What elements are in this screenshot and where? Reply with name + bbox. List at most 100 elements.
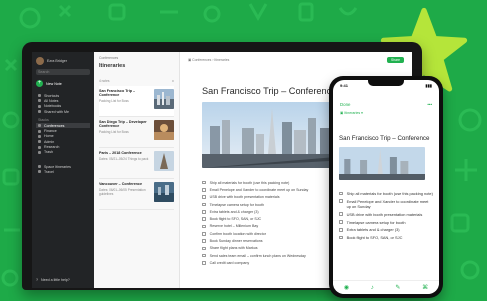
- attach-icon[interactable]: ⌘: [422, 284, 428, 291]
- checkbox[interactable]: [202, 202, 206, 207]
- list-item[interactable]: San Diego Trip – Developer Conference Pa…: [99, 117, 174, 148]
- checkbox[interactable]: [202, 180, 206, 185]
- sidebar-item-label: Home: [44, 134, 54, 139]
- checkbox[interactable]: [339, 227, 343, 232]
- notebook-icon: [38, 140, 41, 144]
- checkbox[interactable]: [202, 261, 206, 265]
- notebook-title: Itineraries: [99, 63, 126, 69]
- help-link[interactable]: ? Need a little help?: [36, 278, 70, 282]
- pen-icon[interactable]: ✎: [395, 284, 400, 291]
- checklist-text: Email Penelope and Xander to coordinate …: [209, 187, 309, 192]
- notebook-icon: [38, 165, 41, 169]
- checkbox[interactable]: [339, 212, 343, 216]
- checklist-item[interactable]: USB drive with booth presentation materi…: [339, 212, 433, 217]
- note-icon: [38, 99, 41, 103]
- notebook-icon: [38, 134, 41, 138]
- checkbox[interactable]: [202, 188, 206, 192]
- breadcrumb-stack: Conferences: [192, 58, 212, 62]
- note-title: Paris – 2018 Conference: [99, 151, 142, 155]
- mobile-checklist: Ship all materials for booth (use this p…: [333, 185, 439, 240]
- search-placeholder: Search: [38, 70, 50, 74]
- checkbox[interactable]: [339, 235, 343, 240]
- trash-icon: [38, 150, 41, 154]
- breadcrumb-notebook: Itineraries: [214, 58, 230, 62]
- account-switcher[interactable]: Ezra Bridger: [36, 57, 90, 65]
- mobile-note-title[interactable]: San Francisco Trip – Conference: [333, 115, 439, 142]
- people-icon: [38, 110, 41, 114]
- checklist-text: Book flight to SFO, SAN, or SJC: [346, 235, 403, 241]
- note-snippet: Packing List for Boss: [99, 98, 129, 103]
- note-title: San Francisco Trip – Conference: [99, 89, 136, 97]
- checklist-text: Book flight to SFO, SAN, or SJC: [209, 217, 262, 222]
- battery-icon: ▮▮▮: [425, 83, 432, 88]
- note-count-bar: 4 notes ≡: [99, 79, 174, 83]
- checklist-text: Call credit card company: [209, 260, 250, 265]
- checkbox[interactable]: [202, 224, 206, 229]
- note-count: 4 notes: [99, 79, 110, 83]
- share-button[interactable]: Share: [386, 57, 404, 63]
- notebook-icon: [38, 129, 41, 133]
- help-label: Need a little help?: [41, 278, 70, 282]
- list-item[interactable]: San Francisco Trip – Conference Packing …: [99, 86, 174, 117]
- mic-icon[interactable]: ♪: [371, 285, 374, 291]
- checkbox[interactable]: [339, 220, 343, 224]
- sidebar-item-label: All Notes: [44, 98, 59, 103]
- more-icon[interactable]: •••: [427, 102, 432, 107]
- list-item[interactable]: Vancouver – Conference Dates: 06/01–06/0…: [99, 179, 174, 210]
- checklist-text: Ship all materials for booth (use this p…: [346, 191, 433, 196]
- help-icon: ?: [36, 278, 38, 282]
- sidebar-item-label: Travel: [44, 169, 54, 174]
- note-list: Conferences Itineraries 4 notes ≡ San Fr…: [94, 52, 180, 288]
- sidebar-item-label: Conferences: [44, 123, 65, 128]
- list-item[interactable]: Paris – 2018 Conference Dates: 05/21–05/…: [99, 148, 174, 179]
- user-name: Ezra Bridger: [47, 59, 67, 63]
- new-note-label: New Note: [46, 81, 62, 86]
- checklist-item[interactable]: Email Penelope and Xander to coordinate …: [339, 199, 433, 209]
- sidebar-item-label: Notebooks: [44, 104, 62, 109]
- mobile-notebook-selector[interactable]: ▣ Itineraries ▾: [333, 107, 439, 115]
- checkbox[interactable]: [202, 195, 206, 200]
- checklist-text: Confirm booth location with director: [209, 231, 266, 236]
- checkbox[interactable]: [202, 246, 206, 251]
- checklist-text: Reserve hotel – Millenium Bay: [209, 224, 259, 229]
- mobile-notebook-label: Itineraries: [344, 111, 361, 115]
- sidebar-item-travel[interactable]: Travel: [36, 169, 90, 174]
- mobile-nav-bar: Done •••: [333, 90, 439, 107]
- phone-notch: [368, 80, 404, 86]
- checklist-text: Send sales team email – confirm lunch pl…: [209, 253, 306, 258]
- camera-icon[interactable]: ◉: [344, 284, 349, 291]
- checkbox[interactable]: [202, 253, 206, 258]
- sidebar-item-trash[interactable]: Trash: [36, 150, 90, 155]
- done-button[interactable]: Done: [340, 102, 351, 107]
- editor-breadcrumb[interactable]: ▣ Conferences › Itineraries: [188, 58, 229, 62]
- avatar: [36, 57, 44, 65]
- phone-frame: 9:41 ▮▮▮ Done ••• ▣ Itineraries ▾ San Fr…: [329, 76, 443, 298]
- checkbox[interactable]: [202, 210, 206, 214]
- new-note-button[interactable]: + New Note: [36, 80, 90, 87]
- checklist-item[interactable]: Ship all materials for booth (use this p…: [339, 191, 433, 196]
- notebook-icon: [38, 104, 41, 108]
- search-input[interactable]: Search: [36, 69, 90, 75]
- checklist-item[interactable]: Book flight to SFO, SAN, or SJC: [339, 235, 433, 240]
- checklist-item[interactable]: Timelapse camera setup for booth: [339, 220, 433, 225]
- sidebar-item-label: Trash: [44, 150, 54, 155]
- checkbox[interactable]: [202, 239, 206, 243]
- sidebar-item-label: Finance: [44, 129, 57, 134]
- mobile-app-screen: 9:41 ▮▮▮ Done ••• ▣ Itineraries ▾ San Fr…: [333, 80, 439, 294]
- chevron-down-icon: ▾: [360, 111, 363, 115]
- sidebar-item-label: Shared with Me: [44, 109, 69, 114]
- checklist-text: Share flight plans with Markus: [209, 246, 258, 251]
- checkbox[interactable]: [339, 199, 343, 203]
- checklist-item[interactable]: Extra tablets and & charger (3): [339, 227, 433, 232]
- sidebar-item-shared[interactable]: Shared with Me: [36, 109, 90, 114]
- note-thumbnail: [154, 151, 174, 171]
- note-snippet: Dates: 05/21–05/24 Things to pack: [99, 156, 149, 161]
- checkbox[interactable]: [202, 231, 206, 236]
- checkbox[interactable]: [202, 217, 206, 221]
- sort-icon[interactable]: ≡: [172, 79, 174, 83]
- note-thumbnail: [154, 182, 174, 202]
- checkbox[interactable]: [339, 191, 343, 196]
- breadcrumb[interactable]: Conferences: [99, 56, 174, 60]
- city-photo: [202, 102, 348, 168]
- checklist-text: Email Penelope and Xander to coordinate …: [346, 198, 429, 209]
